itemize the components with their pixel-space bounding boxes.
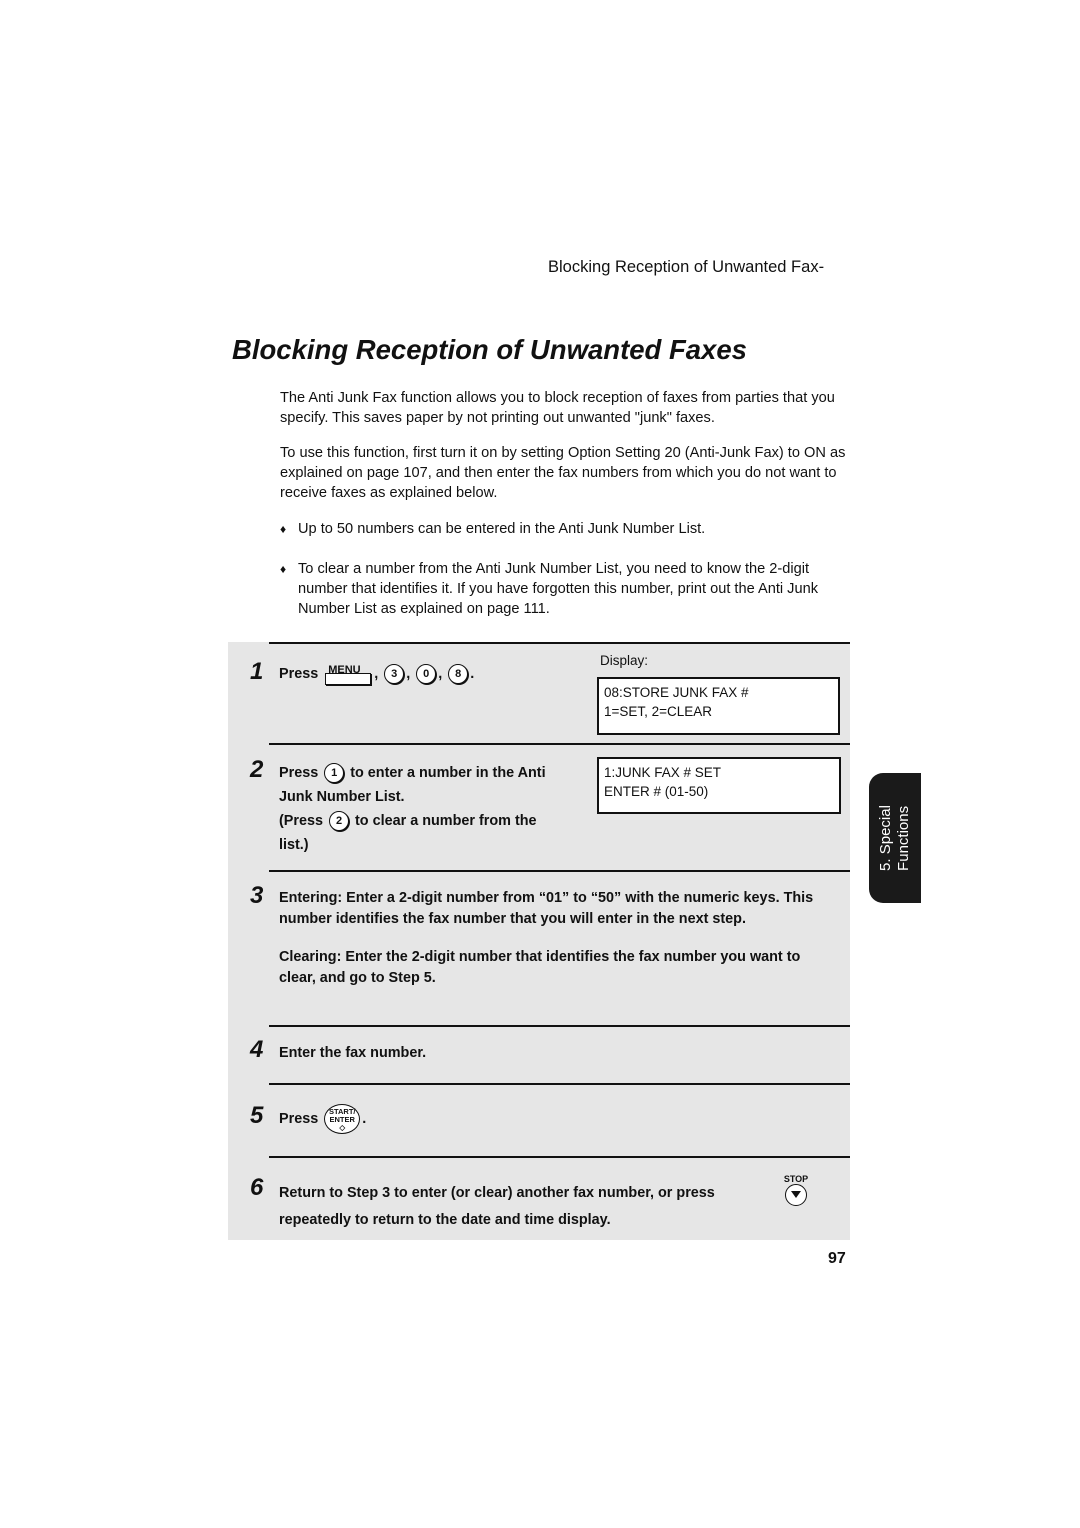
divider (269, 642, 850, 644)
bullet-item: ♦ To clear a number from the Anti Junk N… (280, 559, 852, 619)
divider (269, 870, 850, 872)
start-enter-key-icon: START/ENTER ◇ (324, 1104, 361, 1134)
running-head: Blocking Reception of Unwanted Fax- (548, 258, 825, 276)
step-2-text: Press 1 to enter a number in the Anti Ju… (279, 763, 546, 853)
step-1-text: Press MENU, 3, 0, 8. (279, 663, 474, 686)
step-number: 1 (250, 658, 264, 685)
step-4-text: Enter the fax number. (279, 1045, 427, 1061)
divider (269, 1083, 850, 1085)
page-number: 97 (828, 1250, 846, 1267)
step-number: 5 (250, 1102, 264, 1129)
step-number: 4 (250, 1036, 264, 1063)
display-screen: 08:STORE JUNK FAX # 1=SET, 2=CLEAR (597, 677, 840, 735)
key-2-icon: 2 (329, 811, 350, 832)
divider (269, 1156, 850, 1158)
bullet-text: Up to 50 numbers can be entered in the A… (298, 521, 706, 537)
bullet-item: ♦ Up to 50 numbers can be entered in the… (280, 519, 852, 539)
step-6-text: Return to Step 3 to enter (or clear) ano… (279, 1185, 715, 1228)
menu-key-icon: MENU (325, 663, 372, 686)
page-title: Blocking Reception of Unwanted Faxes (232, 334, 747, 365)
diamond-bullet-icon: ♦ (280, 522, 287, 536)
step-3-text: Entering: Enter a 2-digit number from “0… (279, 890, 814, 986)
step-5-text: Press START/ENTER ◇. (279, 1104, 366, 1134)
key-1-icon: 1 (324, 763, 345, 784)
divider (269, 1025, 850, 1027)
diamond-bullet-icon: ♦ (280, 562, 287, 576)
chapter-tab: 5. Special Functions (869, 773, 921, 903)
intro-paragraph: The Anti Junk Fax function allows you to… (280, 390, 835, 426)
display-screen: 1:JUNK FAX # SET ENTER # (01-50) (597, 757, 841, 814)
key-0-icon: 0 (416, 664, 437, 685)
step-number: 6 (250, 1174, 264, 1201)
stop-key-icon: STOP (782, 1174, 810, 1206)
press-label: Press (279, 666, 319, 682)
key-8-icon: 8 (448, 664, 469, 685)
divider (269, 743, 850, 745)
step-number: 2 (250, 756, 264, 783)
intro-paragraph: To use this function, first turn it on b… (280, 445, 846, 501)
display-label: Display: (600, 653, 649, 668)
bullet-text: To clear a number from the Anti Junk Num… (298, 561, 819, 617)
key-3-icon: 3 (384, 664, 405, 685)
step-number: 3 (250, 882, 264, 909)
